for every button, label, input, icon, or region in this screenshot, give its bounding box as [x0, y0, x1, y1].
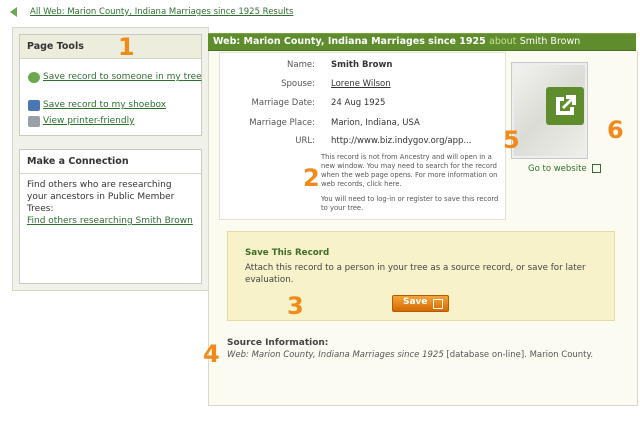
external-link-icon: [592, 164, 602, 173]
person-name: Smith Brown: [519, 36, 581, 47]
callout-4: 4: [203, 340, 220, 368]
page-tools-panel: Page Tools Save record to someone in my …: [19, 34, 202, 136]
callout-5: 5: [503, 126, 520, 154]
row-value-name: Smith Brown: [331, 60, 393, 70]
left-sidebar: Page Tools Save record to someone in my …: [12, 27, 209, 291]
go-to-website-link[interactable]: Go to website: [528, 164, 602, 174]
web-record-note-text: This record is not from Ancestry and wil…: [321, 153, 498, 188]
collection-title: Web: Marion County, Indiana Marriages si…: [213, 36, 486, 47]
printer-friendly-label[interactable]: View printer-friendly: [43, 115, 134, 128]
row-value-marriage-place: Marion, Indiana, USA: [331, 118, 420, 128]
save-record-description: Attach this record to a person in your t…: [245, 263, 586, 285]
record-header: Web: Marion County, Indiana Marriages si…: [208, 33, 636, 51]
save-to-shoebox-label[interactable]: Save record to my shoebox: [43, 99, 166, 112]
record-thumbnail[interactable]: [511, 62, 588, 159]
make-connection-body: Find others who are researching your anc…: [27, 180, 175, 214]
shoebox-icon: [28, 100, 40, 111]
source-rest: [database on-line]. Marion County.: [443, 350, 594, 360]
page-tools-title: Page Tools: [20, 35, 201, 59]
row-value-marriage-date: 24 Aug 1925: [331, 98, 386, 108]
row-label-spouse: Spouse:: [281, 79, 315, 89]
go-to-website-label[interactable]: Go to website: [528, 164, 587, 174]
about-word: about: [489, 36, 517, 47]
row-label-marriage-place: Marriage Place:: [249, 118, 315, 128]
source-information-label: Source Information:: [227, 338, 329, 348]
printer-icon: [28, 116, 40, 127]
row-value-spouse[interactable]: Lorene Wilson: [331, 79, 391, 89]
callout-2: 2: [303, 164, 320, 192]
row-value-url[interactable]: http://www.biz.indygov.org/app...: [331, 136, 472, 146]
source-information-text: Web: Marion County, Indiana Marriages si…: [227, 350, 597, 361]
source-collection: Web: Marion County, Indiana Marriages si…: [227, 350, 444, 360]
save-to-tree-label[interactable]: Save record to someone in my tree: [43, 71, 203, 84]
make-connection-panel: Make a Connection Find others who are re…: [19, 149, 202, 284]
callout-3: 3: [287, 292, 304, 320]
chevron-down-icon[interactable]: [433, 299, 443, 309]
find-others-link[interactable]: Find others researching Smith Brown: [27, 215, 194, 227]
callout-1: 1: [118, 33, 135, 61]
row-label-url: URL:: [295, 136, 315, 146]
web-record-note: This record is not from Ancestry and wil…: [321, 153, 501, 213]
save-button[interactable]: Save: [392, 295, 449, 312]
external-link-arrow-icon[interactable]: [546, 87, 584, 125]
row-label-name: Name:: [287, 60, 315, 70]
row-label-marriage-date: Marriage Date:: [251, 98, 315, 108]
tree-save-icon: [28, 72, 40, 83]
save-button-label[interactable]: Save: [403, 297, 428, 307]
save-record-title: Save This Record: [245, 248, 330, 258]
back-arrow-icon[interactable]: [10, 7, 17, 17]
callout-6: 6: [607, 116, 624, 144]
breadcrumb-link[interactable]: All Web: Marion County, Indiana Marriage…: [30, 7, 293, 17]
make-connection-title: Make a Connection: [20, 150, 201, 174]
login-note-text: You will need to log-in or register to s…: [321, 195, 499, 212]
